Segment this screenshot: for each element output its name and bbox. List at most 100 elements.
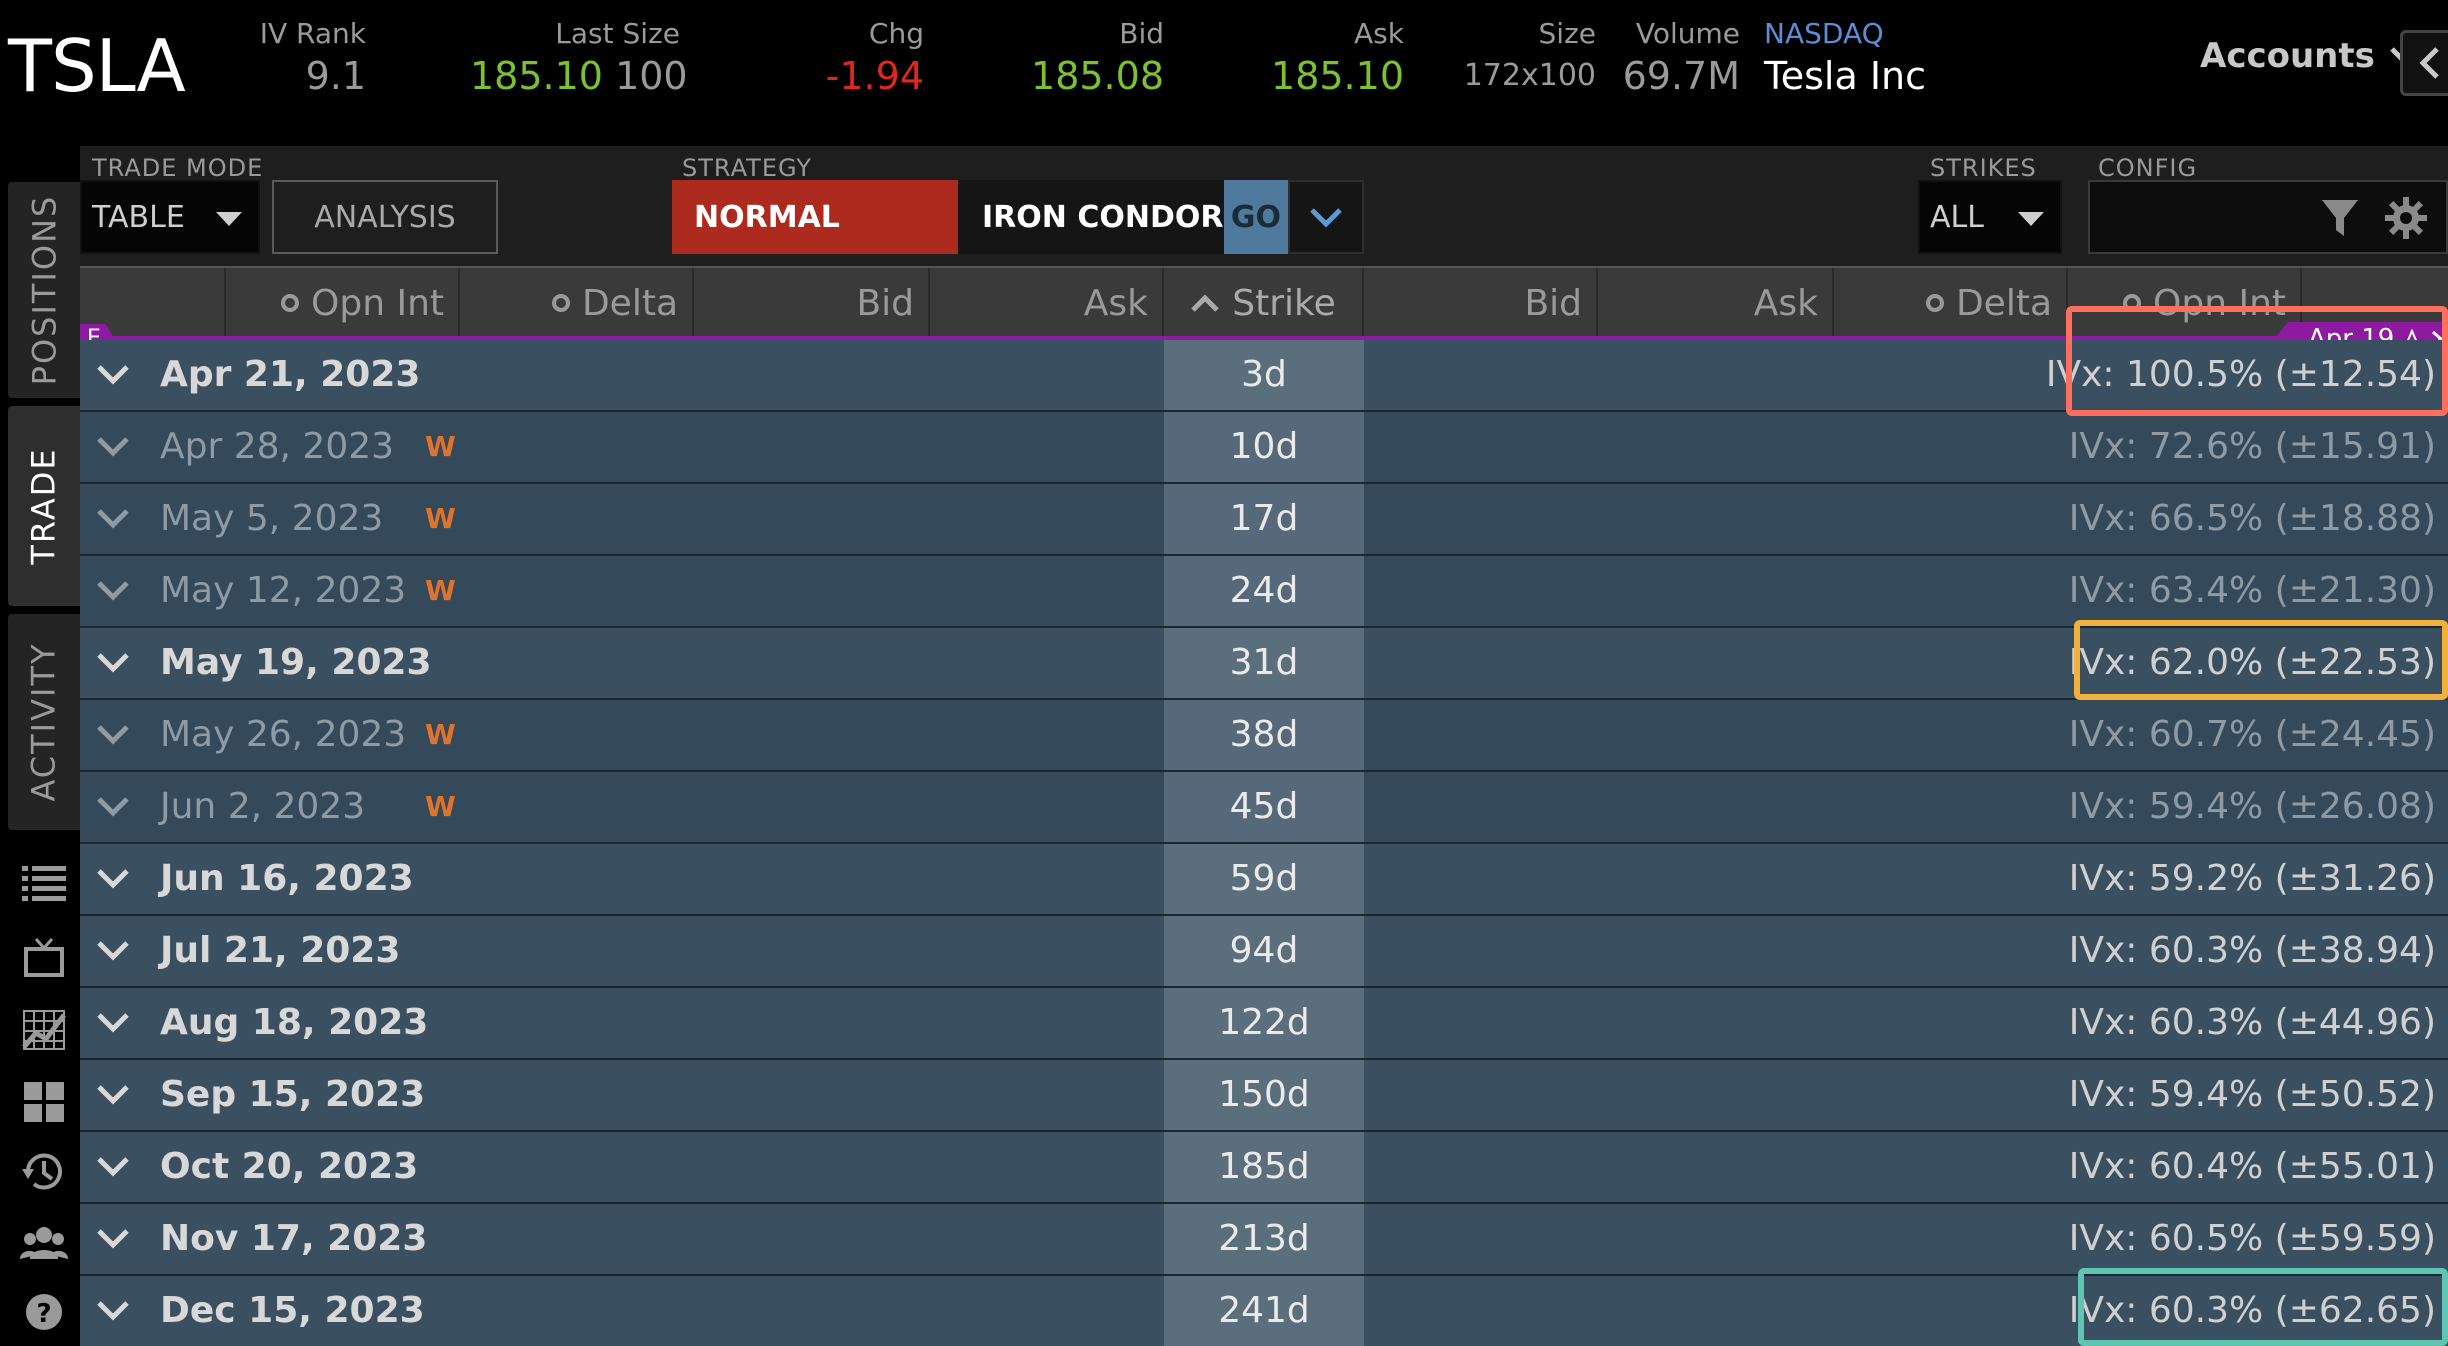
users-icon[interactable] <box>16 1216 72 1268</box>
implied-volatility: IVx: 60.3% (±38.94) <box>2068 930 2436 971</box>
days-to-expiry: 122d <box>1218 1002 1310 1043</box>
expiration-row[interactable]: Aug 18, 2023 122d IVx: 60.3% (±44.96) <box>80 988 2448 1060</box>
expiration-date: Jun 16, 2023 <box>160 858 414 899</box>
strategy-normal-button[interactable]: NORMAL <box>672 180 958 254</box>
accounts-label: Accounts <box>2200 36 2375 76</box>
strategy-dropdown-button[interactable] <box>1288 180 1364 254</box>
col-put-delta-label: Delta <box>1955 282 2052 324</box>
last-size-value: 185.10 100 <box>470 52 688 100</box>
chevron-down-icon[interactable] <box>96 1010 130 1034</box>
chevron-down-icon[interactable] <box>96 650 130 674</box>
implied-volatility: IVx: 60.5% (±59.59) <box>2068 1218 2436 1259</box>
chevron-down-icon[interactable] <box>96 1082 130 1106</box>
weekly-badge: W <box>425 502 456 535</box>
filter-icon[interactable] <box>2320 198 2360 240</box>
implied-volatility: IVx: 66.5% (±18.88) <box>2068 498 2436 539</box>
iv-rank-label: IV Rank <box>259 17 366 50</box>
chart-icon[interactable] <box>16 1004 72 1056</box>
exchange-label: NASDAQ <box>1764 17 1884 50</box>
expiration-row[interactable]: May 26, 2023 W 38d IVx: 60.7% (±24.45) <box>80 700 2448 772</box>
expiration-date: May 5, 2023 <box>160 498 384 539</box>
help-icon[interactable]: ? <box>16 1286 72 1338</box>
expiration-row[interactable]: May 12, 2023 W 24d IVx: 63.4% (±21.30) <box>80 556 2448 628</box>
expiration-date: May 19, 2023 <box>160 642 432 683</box>
chevron-left-icon <box>2419 47 2439 79</box>
tab-positions[interactable]: POSITIONS <box>8 182 80 398</box>
chevron-down-icon[interactable] <box>96 578 130 602</box>
implied-volatility: IVx: 60.4% (±55.01) <box>2068 1146 2436 1187</box>
svg-text:?: ? <box>36 1299 51 1329</box>
iv-rank: IV Rank 9.1 <box>250 16 366 100</box>
col-call-open-int[interactable]: Opn Int <box>226 268 460 338</box>
col-put-ask[interactable]: Ask <box>1598 268 1834 338</box>
days-to-expiry: 185d <box>1218 1146 1310 1187</box>
col-put-bid[interactable]: Bid <box>1364 268 1598 338</box>
accounts-dropdown[interactable]: Accounts <box>2200 36 2423 76</box>
company-name: Tesla Inc <box>1764 54 1927 98</box>
option-chain-header: Opn Int Delta Bid Ask Strike Bid Ask Del… <box>80 266 2448 338</box>
tab-trade[interactable]: TRADE <box>8 406 80 606</box>
chevron-down-icon[interactable] <box>96 362 130 386</box>
col-put-open-int[interactable]: Opn Int <box>2068 268 2302 338</box>
size-label: Size <box>1538 17 1596 50</box>
expiration-row[interactable]: Nov 17, 2023 213d IVx: 60.5% (±59.59) <box>80 1204 2448 1276</box>
symbol-title[interactable]: TSLA <box>8 18 186 114</box>
expiration-row[interactable]: Sep 15, 2023 150d IVx: 59.4% (±50.52) <box>80 1060 2448 1132</box>
chevron-down-icon[interactable] <box>96 794 130 818</box>
trade-toolbar: TRADE MODE TABLE ANALYSIS STRATEGY NORMA… <box>80 146 2448 266</box>
expiration-row[interactable]: Jul 21, 2023 94d IVx: 60.3% (±38.94) <box>80 916 2448 988</box>
tv-icon[interactable] <box>16 932 72 984</box>
tab-trade-label: TRADE <box>25 447 64 565</box>
quote-header: TSLA IV Rank 9.1 Last Size 185.10 100 Ch… <box>0 0 2448 146</box>
expiration-row[interactable]: Apr 21, 2023 3d IVx: 100.5% (±12.54) <box>80 340 2448 412</box>
days-to-expiry: 31d <box>1229 642 1299 683</box>
bid-value: 185.08 <box>1031 54 1164 98</box>
expiration-row[interactable]: Oct 20, 2023 185d IVx: 60.4% (±55.01) <box>80 1132 2448 1204</box>
chevron-down-icon[interactable] <box>96 866 130 890</box>
expiration-row[interactable]: Apr 28, 2023 W 10d IVx: 72.6% (±15.91) <box>80 412 2448 484</box>
chevron-down-icon[interactable] <box>96 1154 130 1178</box>
chevron-down-icon[interactable] <box>96 722 130 746</box>
gear-icon[interactable] <box>2384 196 2428 240</box>
collapse-panel-button[interactable] <box>2400 30 2448 96</box>
col-put-delta[interactable]: Delta <box>1834 268 2068 338</box>
chg-label: Chg <box>868 17 924 50</box>
implied-volatility: IVx: 72.6% (±15.91) <box>2068 426 2436 467</box>
expiration-date: Apr 21, 2023 <box>160 354 421 395</box>
toggle-dot-icon <box>281 294 299 312</box>
col-call-delta[interactable]: Delta <box>460 268 694 338</box>
expiration-row[interactable]: Dec 15, 2023 241d IVx: 60.3% (±62.65) <box>80 1276 2448 1346</box>
expiration-row[interactable]: May 19, 2023 31d IVx: 62.0% (±22.53) <box>80 628 2448 700</box>
implied-volatility: IVx: 60.3% (±62.65) <box>2068 1290 2436 1331</box>
trade-mode-select[interactable]: TABLE <box>80 180 260 254</box>
expiration-date: Jul 21, 2023 <box>160 930 401 971</box>
chevron-down-icon[interactable] <box>96 1226 130 1250</box>
days-to-expiry: 3d <box>1241 354 1287 395</box>
list-icon[interactable] <box>16 858 72 910</box>
days-to-expiry: 45d <box>1229 786 1299 827</box>
chevron-down-icon[interactable] <box>96 1298 130 1322</box>
col-strike[interactable]: Strike <box>1164 268 1364 338</box>
expiration-row[interactable]: Jun 2, 2023 W 45d IVx: 59.4% (±26.08) <box>80 772 2448 844</box>
expiration-row[interactable]: Jun 16, 2023 59d IVx: 59.2% (±31.26) <box>80 844 2448 916</box>
go-button[interactable]: GO <box>1224 180 1288 254</box>
strikes-select[interactable]: ALL <box>1918 180 2062 254</box>
days-to-expiry: 150d <box>1218 1074 1310 1115</box>
strategy-select[interactable]: IRON CONDOR <box>958 180 1224 254</box>
chevron-down-icon[interactable] <box>96 434 130 458</box>
chevron-down-icon[interactable] <box>96 506 130 530</box>
expiration-date: Sep 15, 2023 <box>160 1074 426 1115</box>
expiration-row[interactable]: May 5, 2023 W 17d IVx: 66.5% (±18.88) <box>80 484 2448 556</box>
col-call-ask[interactable]: Ask <box>930 268 1164 338</box>
col-call-bid[interactable]: Bid <box>694 268 930 338</box>
strategy-label: STRATEGY <box>682 154 813 182</box>
last-size-qty: 100 <box>615 54 688 98</box>
history-icon[interactable] <box>16 1146 72 1198</box>
analysis-button[interactable]: ANALYSIS <box>272 180 498 254</box>
col-call-delta-label: Delta <box>581 282 678 324</box>
grid-icon[interactable] <box>16 1076 72 1128</box>
chevron-down-icon[interactable] <box>96 938 130 962</box>
tab-activity[interactable]: ACTIVITY <box>8 614 80 830</box>
chevron-down-icon <box>1310 208 1342 228</box>
caret-down-icon <box>216 212 242 226</box>
